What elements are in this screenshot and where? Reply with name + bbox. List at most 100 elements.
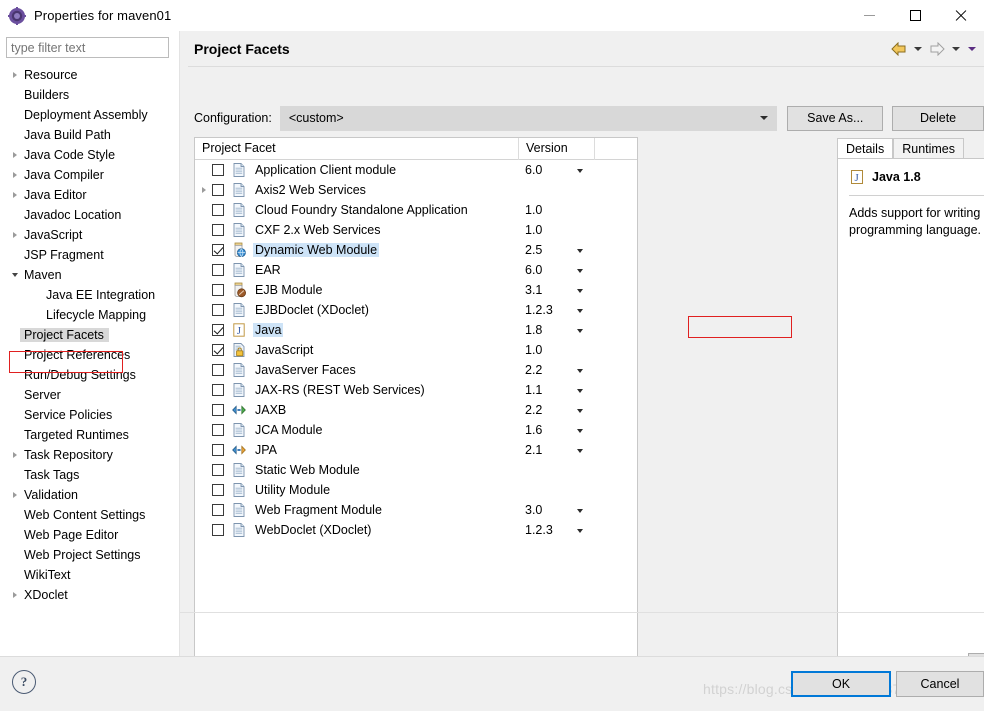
sidebar-item-java-compiler[interactable]: Java Compiler xyxy=(0,165,179,185)
page-menu-chevron-down-icon[interactable] xyxy=(964,38,980,60)
facet-row[interactable]: Application Client module 6.0 xyxy=(195,160,637,180)
version-chevron-down-icon[interactable] xyxy=(577,289,583,293)
sidebar-item-web-project-settings[interactable]: Web Project Settings xyxy=(0,545,179,565)
version-chevron-down-icon[interactable] xyxy=(577,169,583,173)
facet-checkbox[interactable] xyxy=(212,264,224,276)
facet-row[interactable]: Utility Module xyxy=(195,480,637,500)
sidebar-item-validation[interactable]: Validation xyxy=(0,485,179,505)
version-chevron-down-icon[interactable] xyxy=(577,369,583,373)
facet-version[interactable]: 3.1 xyxy=(525,283,542,297)
facet-version[interactable]: 1.6 xyxy=(525,423,542,437)
sidebar-item-run-debug-settings[interactable]: Run/Debug Settings xyxy=(0,365,179,385)
version-chevron-down-icon[interactable] xyxy=(577,329,583,333)
facet-version[interactable]: 1.2.3 xyxy=(525,523,553,537)
facet-row[interactable]: JavaServer Faces 2.2 xyxy=(195,360,637,380)
facet-version[interactable]: 2.5 xyxy=(525,243,542,257)
facet-row[interactable]: JAXB 2.2 xyxy=(195,400,637,420)
version-chevron-down-icon[interactable] xyxy=(577,309,583,313)
facet-row[interactable]: JavaScript 1.0 xyxy=(195,340,637,360)
sidebar-item-service-policies[interactable]: Service Policies xyxy=(0,405,179,425)
facet-row[interactable]: Dynamic Web Module 2.5 xyxy=(195,240,637,260)
sidebar-item-project-facets[interactable]: Project Facets xyxy=(0,325,179,345)
chevron-down-icon[interactable] xyxy=(8,273,22,277)
facet-version[interactable]: 1.1 xyxy=(525,383,542,397)
version-chevron-down-icon[interactable] xyxy=(577,449,583,453)
facet-checkbox[interactable] xyxy=(212,424,224,436)
back-arrow-icon[interactable] xyxy=(888,38,910,60)
facet-version[interactable]: 1.8 xyxy=(525,323,542,337)
facet-checkbox[interactable] xyxy=(212,504,224,516)
facet-row[interactable]: JPA 2.1 xyxy=(195,440,637,460)
facet-checkbox[interactable] xyxy=(212,464,224,476)
sidebar-item-deployment-assembly[interactable]: Deployment Assembly xyxy=(0,105,179,125)
facet-version[interactable]: 6.0 xyxy=(525,163,542,177)
version-chevron-down-icon[interactable] xyxy=(577,389,583,393)
facet-checkbox[interactable] xyxy=(212,324,224,336)
facet-checkbox[interactable] xyxy=(212,404,224,416)
facet-version[interactable]: 3.0 xyxy=(525,503,542,517)
chevron-right-icon[interactable] xyxy=(8,172,22,178)
sidebar-item-xdoclet[interactable]: XDoclet xyxy=(0,585,179,605)
forward-arrow-icon[interactable] xyxy=(926,38,948,60)
sidebar-item-project-references[interactable]: Project References xyxy=(0,345,179,365)
sidebar-item-lifecycle-mapping[interactable]: Lifecycle Mapping xyxy=(0,305,179,325)
sidebar-item-java-ee-integration[interactable]: Java EE Integration xyxy=(0,285,179,305)
facet-version[interactable]: 1.0 xyxy=(525,343,542,357)
ok-button[interactable]: OK xyxy=(791,671,891,697)
chevron-right-icon[interactable] xyxy=(8,72,22,78)
facet-checkbox[interactable] xyxy=(212,184,224,196)
facet-version[interactable]: 2.1 xyxy=(525,443,542,457)
sidebar-item-targeted-runtimes[interactable]: Targeted Runtimes xyxy=(0,425,179,445)
facet-checkbox[interactable] xyxy=(212,284,224,296)
chevron-right-icon[interactable] xyxy=(8,492,22,498)
sidebar-item-java-editor[interactable]: Java Editor xyxy=(0,185,179,205)
chevron-right-icon[interactable] xyxy=(8,152,22,158)
sidebar-item-resource[interactable]: Resource xyxy=(0,65,179,85)
sidebar-item-builders[interactable]: Builders xyxy=(0,85,179,105)
facet-version[interactable]: 1.0 xyxy=(525,203,542,217)
chevron-right-icon[interactable] xyxy=(8,232,22,238)
version-chevron-down-icon[interactable] xyxy=(577,409,583,413)
facet-row[interactable]: Static Web Module xyxy=(195,460,637,480)
facet-row[interactable]: Web Fragment Module 3.0 xyxy=(195,500,637,520)
filter-input[interactable] xyxy=(6,37,169,58)
sidebar-item-javadoc-location[interactable]: Javadoc Location xyxy=(0,205,179,225)
facet-checkbox[interactable] xyxy=(212,444,224,456)
tab-runtimes[interactable]: Runtimes xyxy=(893,138,965,159)
facet-checkbox[interactable] xyxy=(212,224,224,236)
facet-checkbox[interactable] xyxy=(212,204,224,216)
close-button[interactable] xyxy=(938,0,984,31)
facet-row[interactable]: J Java 1.8 xyxy=(195,320,637,340)
version-chevron-down-icon[interactable] xyxy=(577,509,583,513)
chevron-right-icon[interactable] xyxy=(8,192,22,198)
facet-checkbox[interactable] xyxy=(212,364,224,376)
facet-row[interactable]: EAR 6.0 xyxy=(195,260,637,280)
chevron-right-icon[interactable] xyxy=(195,187,212,193)
facet-checkbox[interactable] xyxy=(212,384,224,396)
tab-details[interactable]: Details xyxy=(837,138,894,159)
version-chevron-down-icon[interactable] xyxy=(577,249,583,253)
column-header-version[interactable]: Version xyxy=(519,137,595,160)
chevron-right-icon[interactable] xyxy=(8,592,22,598)
facet-row[interactable]: WebDoclet (XDoclet) 1.2.3 xyxy=(195,520,637,540)
forward-history-chevron-down-icon[interactable] xyxy=(948,38,964,60)
maximize-button[interactable] xyxy=(892,0,938,31)
facet-row[interactable]: Cloud Foundry Standalone Application 1.0 xyxy=(195,200,637,220)
facet-version[interactable]: 2.2 xyxy=(525,403,542,417)
facet-row[interactable]: EJBDoclet (XDoclet) 1.2.3 xyxy=(195,300,637,320)
configuration-select[interactable]: <custom> xyxy=(279,105,778,131)
facet-checkbox[interactable] xyxy=(212,484,224,496)
sidebar-item-jsp-fragment[interactable]: JSP Fragment xyxy=(0,245,179,265)
version-chevron-down-icon[interactable] xyxy=(577,269,583,273)
sidebar-item-java-code-style[interactable]: Java Code Style xyxy=(0,145,179,165)
facet-row[interactable]: Axis2 Web Services xyxy=(195,180,637,200)
sidebar-item-wikitext[interactable]: WikiText xyxy=(0,565,179,585)
facet-checkbox[interactable] xyxy=(212,524,224,536)
facet-checkbox[interactable] xyxy=(212,244,224,256)
sidebar-item-server[interactable]: Server xyxy=(0,385,179,405)
sidebar-item-java-build-path[interactable]: Java Build Path xyxy=(0,125,179,145)
facet-version[interactable]: 6.0 xyxy=(525,263,542,277)
version-chevron-down-icon[interactable] xyxy=(577,529,583,533)
facet-version[interactable]: 2.2 xyxy=(525,363,542,377)
version-chevron-down-icon[interactable] xyxy=(577,429,583,433)
